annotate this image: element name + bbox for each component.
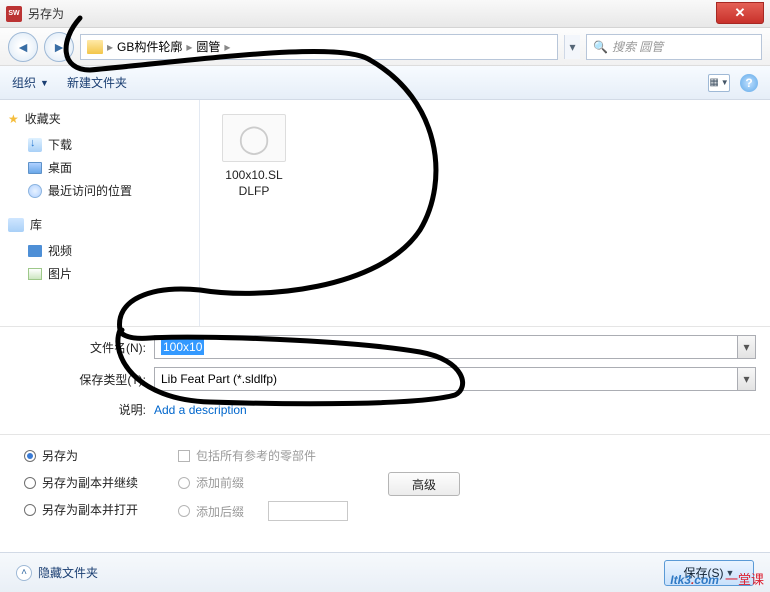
file-item[interactable]: ◯ 100x10.SL DLFP <box>214 114 294 199</box>
window-close-button[interactable]: ✕ <box>716 2 764 24</box>
sidebar-item-desktop[interactable]: 桌面 <box>8 156 191 179</box>
file-list[interactable]: ◯ 100x10.SL DLFP <box>200 100 770 326</box>
nav-bar: ◄ ► ▸ GB构件轮廓 ▸ 圆管 ▸ ▾ 🔍 搜索 圆管 <box>0 28 770 66</box>
filetype-dropdown[interactable]: ▾ <box>738 367 756 391</box>
explorer-body: ★ 收藏夹 下载 桌面 最近访问的位置 库 视频 <box>0 100 770 326</box>
breadcrumb[interactable]: ▸ GB构件轮廓 ▸ 圆管 ▸ <box>80 34 558 60</box>
filename-dropdown[interactable]: ▾ <box>738 335 756 359</box>
hide-folders-toggle[interactable]: ˄ 隐藏文件夹 <box>16 564 98 581</box>
search-icon: 🔍 <box>593 40 608 54</box>
save-options: 另存为 另存为副本并继续 另存为副本并打开 包括所有参考的零部件 添加前缀 添加… <box>0 434 770 531</box>
sidebar-item-downloads[interactable]: 下载 <box>8 133 191 156</box>
breadcrumb-seg-2[interactable]: 圆管 <box>196 38 220 55</box>
download-icon <box>28 138 42 152</box>
organize-menu[interactable]: 组织 ▼ <box>12 74 49 91</box>
breadcrumb-dropdown[interactable]: ▾ <box>564 35 580 59</box>
breadcrumb-seg-1[interactable]: GB构件轮廓 <box>117 38 182 55</box>
star-icon: ★ <box>8 112 19 126</box>
sidebar-item-video[interactable]: 视频 <box>8 239 191 262</box>
sidebar-group-library[interactable]: 库 <box>8 216 191 233</box>
save-form: 文件名(N): 100x10 ▾ 保存类型(T): Lib Feat Part … <box>0 326 770 434</box>
file-name-line1: 100x10.SL <box>225 168 282 182</box>
add-description-link[interactable]: Add a description <box>154 403 247 417</box>
suffix-input <box>268 501 348 521</box>
chevron-right-icon: ▸ <box>107 40 113 54</box>
filename-label: 文件名(N): <box>14 339 154 356</box>
radio-save-as[interactable]: 另存为 <box>24 447 138 464</box>
chevron-down-icon: ▼ <box>40 78 49 88</box>
folder-icon <box>87 40 103 54</box>
nav-forward-button[interactable]: ► <box>44 32 74 62</box>
file-thumbnail-icon: ◯ <box>222 114 286 162</box>
radio-icon <box>178 505 190 517</box>
chevron-up-icon: ˄ <box>16 565 32 581</box>
radio-save-copy-continue[interactable]: 另存为副本并继续 <box>24 474 138 491</box>
nav-sidebar: ★ 收藏夹 下载 桌面 最近访问的位置 库 视频 <box>0 100 200 326</box>
app-icon: SW <box>6 6 22 22</box>
pictures-icon <box>28 268 42 280</box>
file-name-line2: DLFP <box>239 184 270 198</box>
chevron-right-icon: ▸ <box>224 40 230 54</box>
filetype-select[interactable]: Lib Feat Part (*.sldlfp) <box>154 367 738 391</box>
filename-input[interactable]: 100x10 <box>154 335 738 359</box>
recent-icon <box>28 184 42 198</box>
radio-icon <box>24 450 36 462</box>
library-icon <box>8 218 24 232</box>
checkbox-icon <box>178 450 190 462</box>
search-placeholder: 搜索 圆管 <box>612 38 663 55</box>
search-input[interactable]: 🔍 搜索 圆管 <box>586 34 762 60</box>
title-bar: SW 另存为 ✕ <box>0 0 770 28</box>
sidebar-group-favorites[interactable]: ★ 收藏夹 <box>8 110 191 127</box>
filename-value: 100x10 <box>161 339 204 355</box>
filetype-value: Lib Feat Part (*.sldlfp) <box>161 372 277 386</box>
nav-back-button[interactable]: ◄ <box>8 32 38 62</box>
radio-icon <box>24 504 36 516</box>
help-button[interactable]: ? <box>740 74 758 92</box>
toolbar: 组织 ▼ 新建文件夹 ▦▼ ? <box>0 66 770 100</box>
sidebar-item-pictures[interactable]: 图片 <box>8 262 191 285</box>
desktop-icon <box>28 162 42 174</box>
filetype-label: 保存类型(T): <box>14 371 154 388</box>
video-icon <box>28 245 42 257</box>
description-label: 说明: <box>14 401 154 418</box>
radio-add-suffix: 添加后缀 <box>178 501 348 521</box>
chevron-down-icon: ▼ <box>726 568 735 578</box>
radio-save-copy-open[interactable]: 另存为副本并打开 <box>24 501 138 518</box>
bottom-bar: ˄ 隐藏文件夹 保存(S) ▼ <box>0 552 770 592</box>
radio-add-prefix: 添加前缀 <box>178 474 348 491</box>
new-folder-button[interactable]: 新建文件夹 <box>67 74 127 91</box>
save-button[interactable]: 保存(S) ▼ <box>664 560 754 586</box>
chevron-right-icon: ▸ <box>186 40 192 54</box>
sidebar-item-recent[interactable]: 最近访问的位置 <box>8 179 191 202</box>
radio-icon <box>24 477 36 489</box>
view-mode-button[interactable]: ▦▼ <box>708 74 730 92</box>
radio-icon <box>178 477 190 489</box>
window-title: 另存为 <box>28 5 64 22</box>
advanced-button[interactable]: 高级 <box>388 472 460 496</box>
check-include-refs: 包括所有参考的零部件 <box>178 447 348 464</box>
